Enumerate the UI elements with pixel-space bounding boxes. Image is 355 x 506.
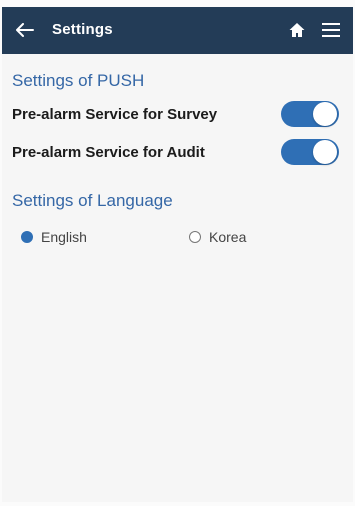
language-option-korea[interactable]: Korea [189,229,246,245]
survey-prealarm-row: Pre-alarm Service for Survey [12,100,339,128]
toggle-knob [313,102,337,126]
language-radio-group: English Korea [21,229,321,251]
hamburger-menu-icon [322,23,340,37]
audit-prealarm-row: Pre-alarm Service for Audit [12,138,339,166]
language-option-label: Korea [209,229,247,245]
home-icon [289,23,305,37]
home-button[interactable] [288,21,308,41]
survey-prealarm-toggle[interactable] [281,101,339,127]
language-option-english[interactable]: English [21,229,87,245]
audit-prealarm-label: Pre-alarm Service for Audit [12,143,205,161]
audit-prealarm-toggle[interactable] [281,139,339,165]
app-header: Settings [2,7,353,54]
push-section-title: Settings of PUSH [12,71,145,90]
radio-selected-icon [21,231,33,243]
menu-button[interactable] [322,22,342,40]
settings-screen: Settings Settings of PUSH Pre-alarm Serv… [2,7,353,502]
radio-unselected-icon [189,231,201,243]
language-option-label: English [41,229,87,245]
toggle-knob [313,140,337,164]
back-button[interactable] [14,19,36,41]
page-title: Settings [52,21,113,38]
arrow-left-icon [16,23,34,37]
survey-prealarm-label: Pre-alarm Service for Survey [12,105,218,123]
language-section-title: Settings of Language [12,191,173,210]
